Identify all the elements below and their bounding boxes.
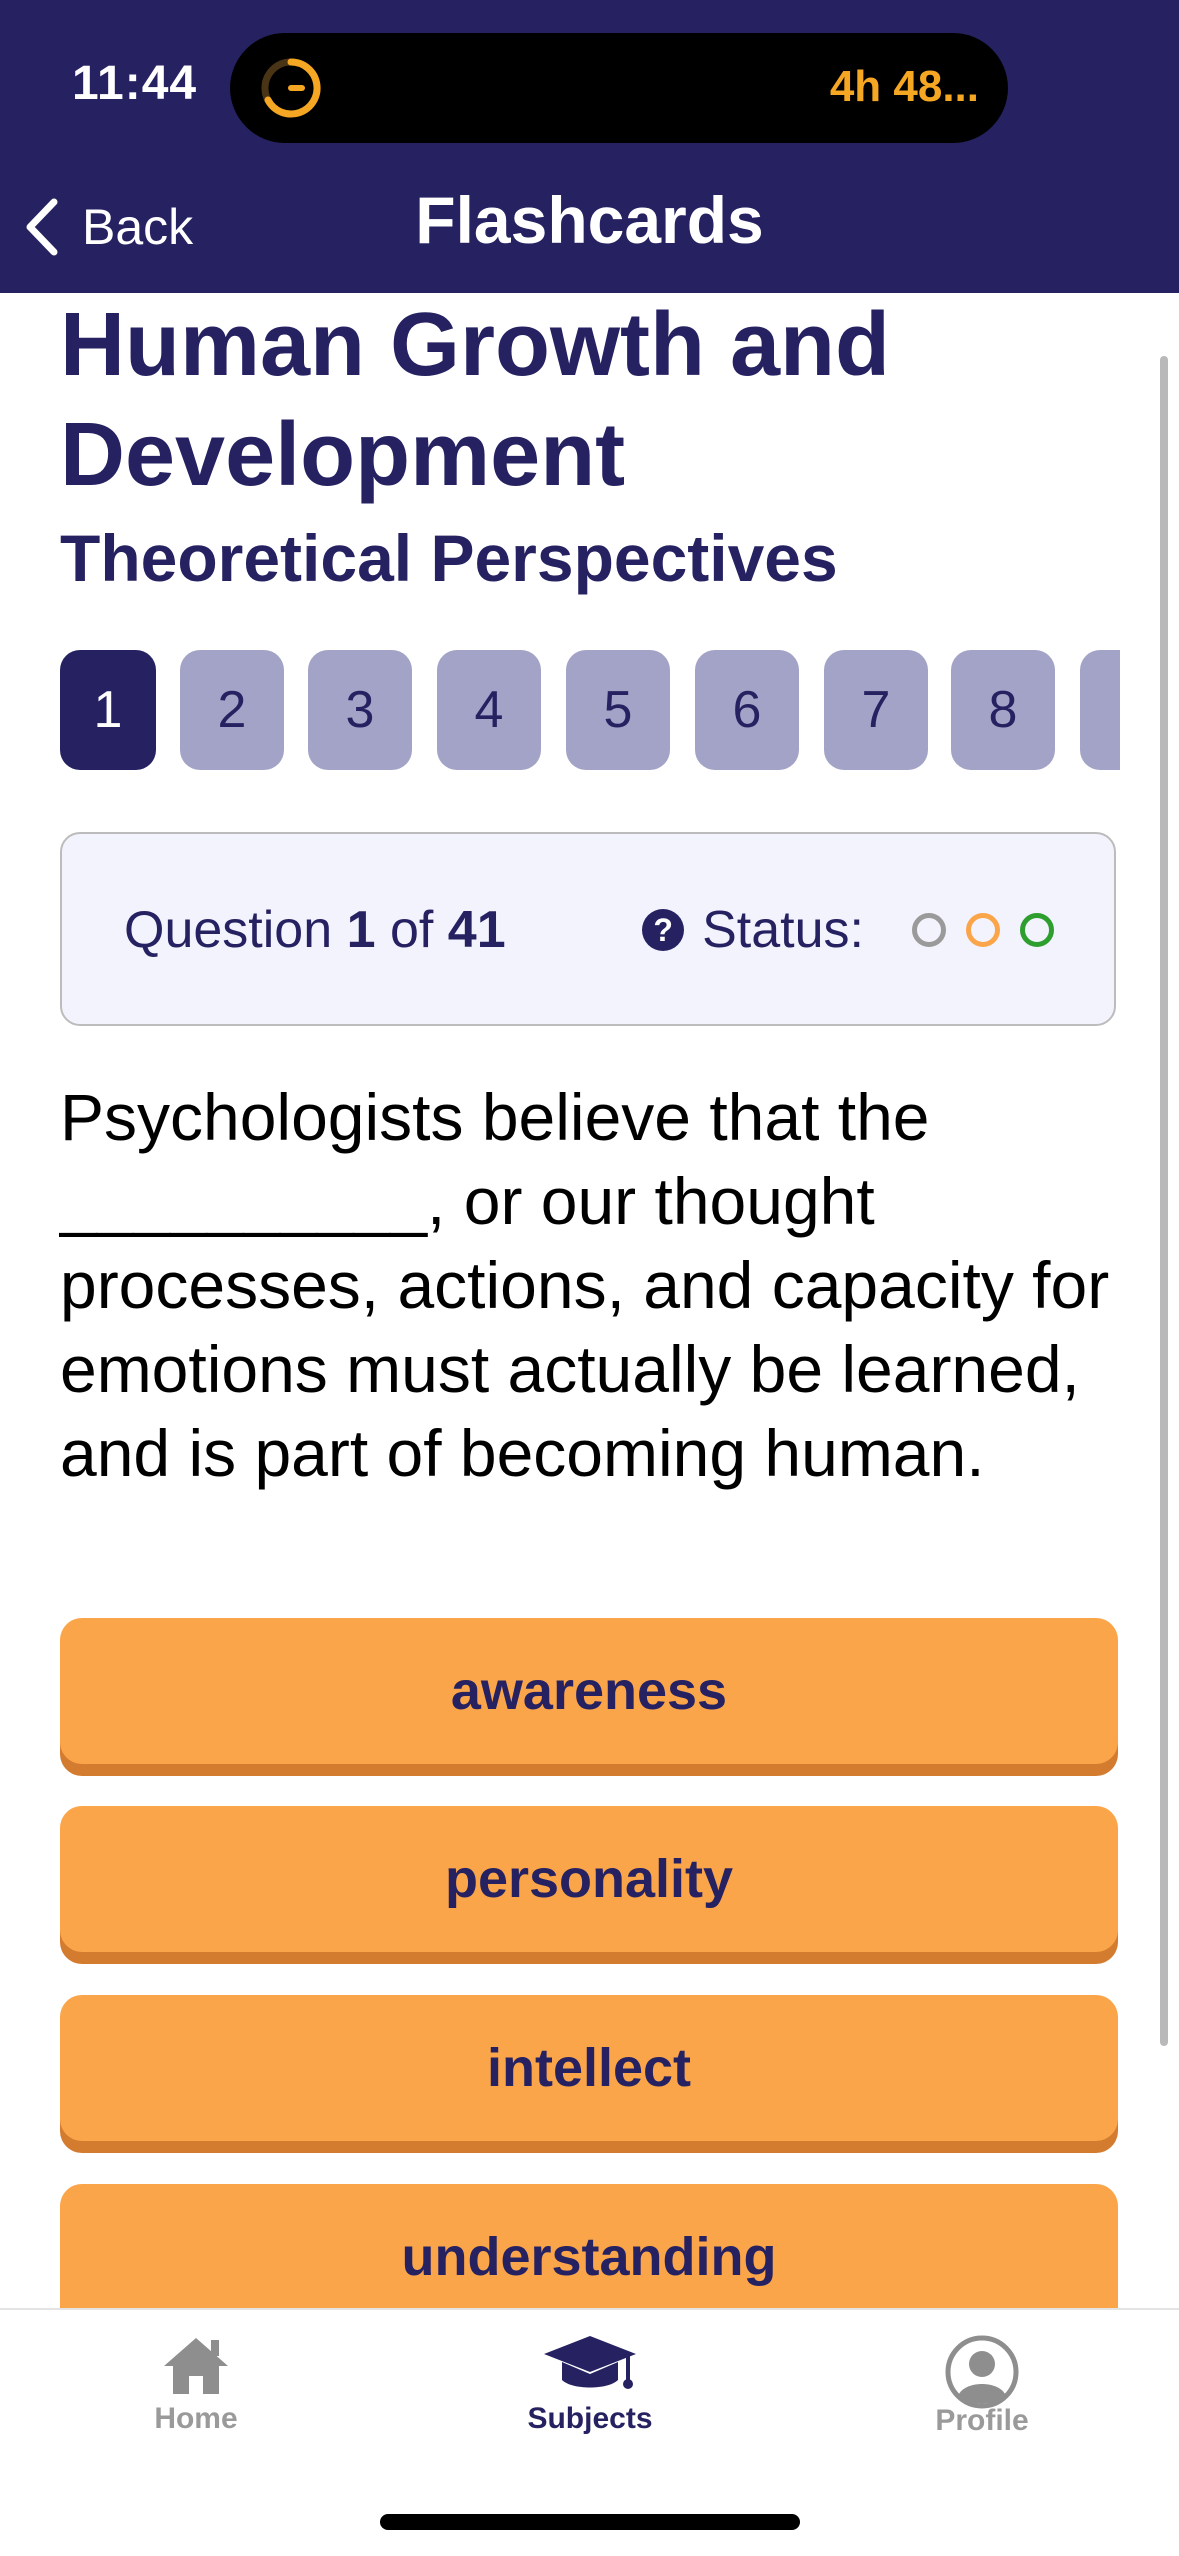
home-indicator[interactable]	[380, 2514, 800, 2530]
question-tab-3[interactable]: 3	[308, 650, 412, 770]
question-counter: Question 1 of 41	[124, 900, 506, 960]
question-tab-5[interactable]: 5	[566, 650, 670, 770]
home-icon	[164, 2338, 228, 2394]
tab-subjects-label: Subjects	[527, 2402, 653, 2435]
page-title: Human Growth and Development	[60, 295, 890, 505]
status-dot-unseen	[912, 913, 946, 947]
scroll-indicator[interactable]	[1160, 356, 1168, 2046]
help-icon[interactable]: ?	[642, 909, 685, 951]
question-text: Psychologists believe that the _________…	[60, 1080, 1110, 1490]
question-info-box: Question 1 of 41 ? Status:	[60, 832, 1116, 1026]
status-area: ? Status:	[642, 900, 1054, 960]
question-prefix: Question	[124, 901, 333, 959]
tab-profile-label: Profile	[935, 2404, 1029, 2437]
tab-home-label: Home	[154, 2402, 238, 2435]
question-tab-6[interactable]: 6	[695, 650, 799, 770]
question-tab-1[interactable]: 1	[60, 650, 156, 770]
status-label: Status:	[702, 901, 864, 959]
tab-home[interactable]: Home	[76, 2334, 316, 2436]
nav-title: Flashcards	[415, 183, 764, 257]
live-activity-timer: 4h 48...	[829, 62, 979, 111]
nav-header: 11:44 4h 48... Back Flashcards	[0, 0, 1179, 293]
question-tab-7[interactable]: 7	[824, 650, 928, 770]
answer-option-4[interactable]: understanding	[60, 2184, 1118, 2308]
status-time: 11:44	[72, 57, 198, 110]
question-number-tabs: 1 2 3 4 5 6 7 8	[60, 650, 1120, 772]
tab-subjects[interactable]: Subjects	[470, 2334, 710, 2436]
question-tab-4[interactable]: 4	[437, 650, 541, 770]
answer-option-3[interactable]: intellect	[60, 1995, 1118, 2141]
page-subtitle: Theoretical Perspectives	[60, 521, 838, 595]
tab-profile[interactable]: Profile	[862, 2334, 1102, 2438]
question-tab-9[interactable]	[1080, 650, 1120, 770]
of-label: of	[389, 901, 434, 959]
graduation-cap-icon	[544, 2336, 636, 2389]
total-questions: 41	[447, 901, 506, 959]
question-tab-2[interactable]: 2	[180, 650, 284, 770]
profile-icon	[945, 2335, 1019, 2409]
timer-ring-icon	[261, 58, 321, 118]
question-tab-8[interactable]: 8	[951, 650, 1055, 770]
status-dot-review	[966, 913, 1000, 947]
status-dot-correct	[1020, 913, 1054, 947]
answer-option-1[interactable]: awareness	[60, 1618, 1118, 1764]
current-question-number: 1	[346, 901, 376, 959]
answer-option-2[interactable]: personality	[60, 1806, 1118, 1952]
